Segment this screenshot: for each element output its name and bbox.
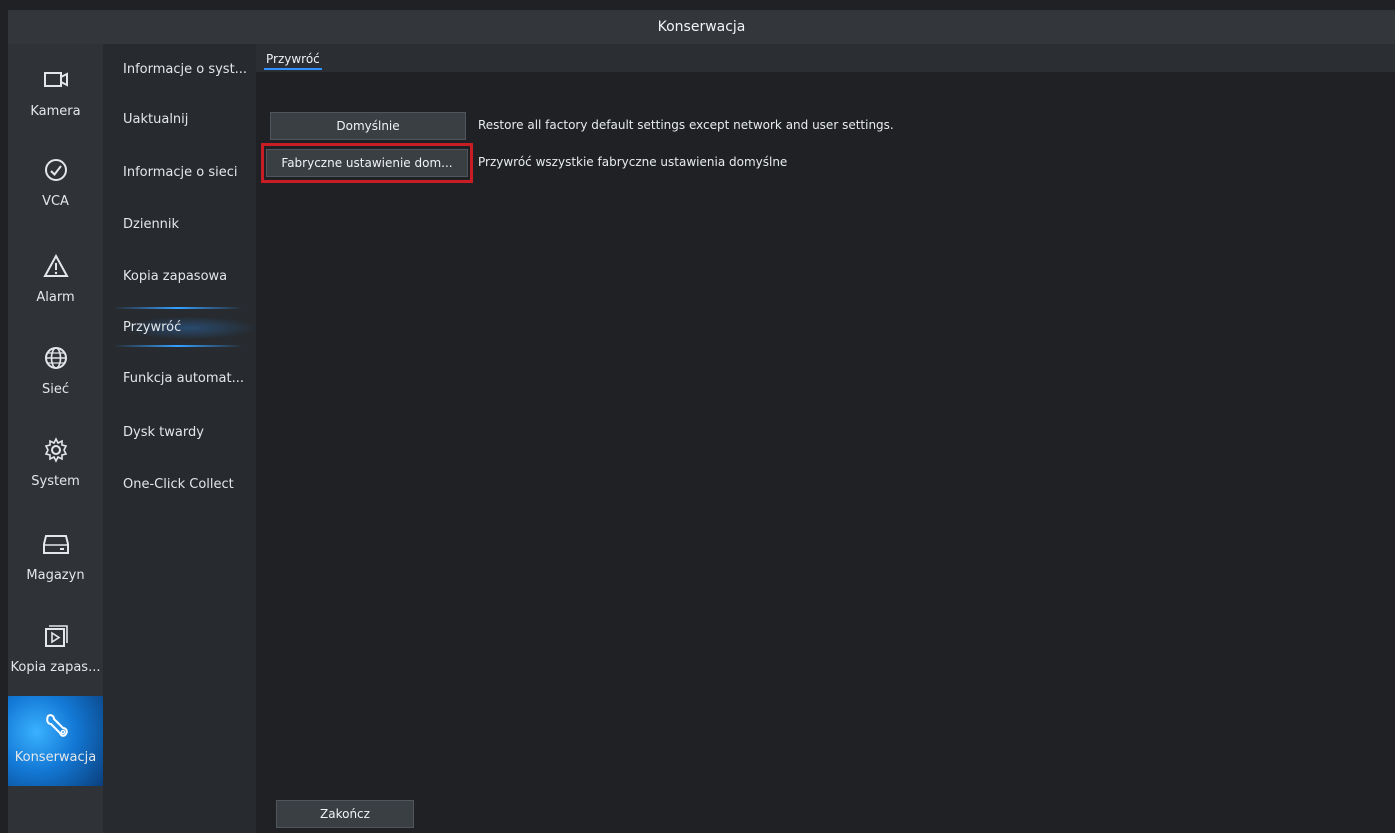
highlight-box [261, 143, 473, 183]
submenu-active-indicator-bottom [113, 345, 243, 347]
tab-restore[interactable]: Przywróć [264, 50, 322, 70]
nav-item-label: Magazyn [26, 568, 85, 583]
nav-item-label: System [31, 474, 80, 489]
exit-button[interactable]: Zakończ [276, 800, 414, 828]
submenu-active-indicator-top [113, 307, 243, 309]
alarm-icon [36, 246, 76, 286]
default-description: Restore all factory default settings exc… [478, 118, 894, 132]
backup-icon [36, 616, 76, 656]
nav-item-label: Alarm [36, 290, 75, 305]
vca-icon [36, 150, 76, 190]
nav-item-magazyn[interactable]: Magazyn [8, 514, 103, 604]
submenu-item-restore[interactable]: Przywróć [123, 316, 258, 340]
submenu-item-one-click-collect[interactable]: One-Click Collect [123, 473, 258, 497]
submenu-item-hard-disk[interactable]: Dysk twardy [123, 421, 258, 445]
network-globe-icon [36, 338, 76, 378]
maintenance-wrench-icon [36, 706, 76, 746]
nav-item-label: Sieć [41, 382, 69, 397]
default-button[interactable]: Domyślnie [270, 112, 466, 140]
nav-item-label: VCA [42, 194, 69, 209]
nav-item-label: Konserwacja [14, 750, 97, 765]
nav-item-kopia-zapasowa[interactable]: Kopia zapas... [8, 606, 103, 696]
restore-panel: Domyślnie Restore all factory default se… [256, 72, 1395, 833]
maintenance-submenu: Informacje o syst... Uaktualnij Informac… [103, 44, 258, 833]
factory-default-description: Przywróć wszystkie fabryczne ustawienia … [478, 155, 788, 169]
submenu-item-auto-function[interactable]: Funkcja automat... [123, 367, 258, 391]
submenu-item-log[interactable]: Dziennik [123, 213, 258, 237]
submenu-item-system-info[interactable]: Informacje o syst... [123, 58, 258, 82]
nav-item-label: Kopia zapas... [10, 660, 101, 675]
nav-item-vca[interactable]: VCA [8, 140, 103, 230]
system-gear-icon [36, 430, 76, 470]
nav-item-alarm[interactable]: Alarm [8, 236, 103, 326]
left-nav: Kamera VCA Alarm Sieć System Magazyn Kop… [8, 44, 103, 833]
submenu-item-backup[interactable]: Kopia zapasowa [123, 265, 258, 289]
nav-item-konserwacja[interactable]: Konserwacja [8, 696, 103, 786]
nav-item-siec[interactable]: Sieć [8, 328, 103, 418]
nav-item-system[interactable]: System [8, 420, 103, 510]
nav-item-label: Kamera [30, 104, 81, 119]
submenu-item-upgrade[interactable]: Uaktualnij [123, 108, 258, 132]
title-bar: Konserwacja [8, 10, 1395, 44]
nav-item-kamera[interactable]: Kamera [8, 50, 103, 140]
submenu-item-network-info[interactable]: Informacje o sieci [123, 161, 258, 185]
app-window: Konserwacja Kamera VCA Alarm Sieć System… [0, 0, 1395, 833]
window-title: Konserwacja [657, 19, 746, 35]
tab-bar: Przywróć [256, 44, 1395, 72]
storage-icon [36, 524, 76, 564]
camera-icon [36, 60, 76, 100]
